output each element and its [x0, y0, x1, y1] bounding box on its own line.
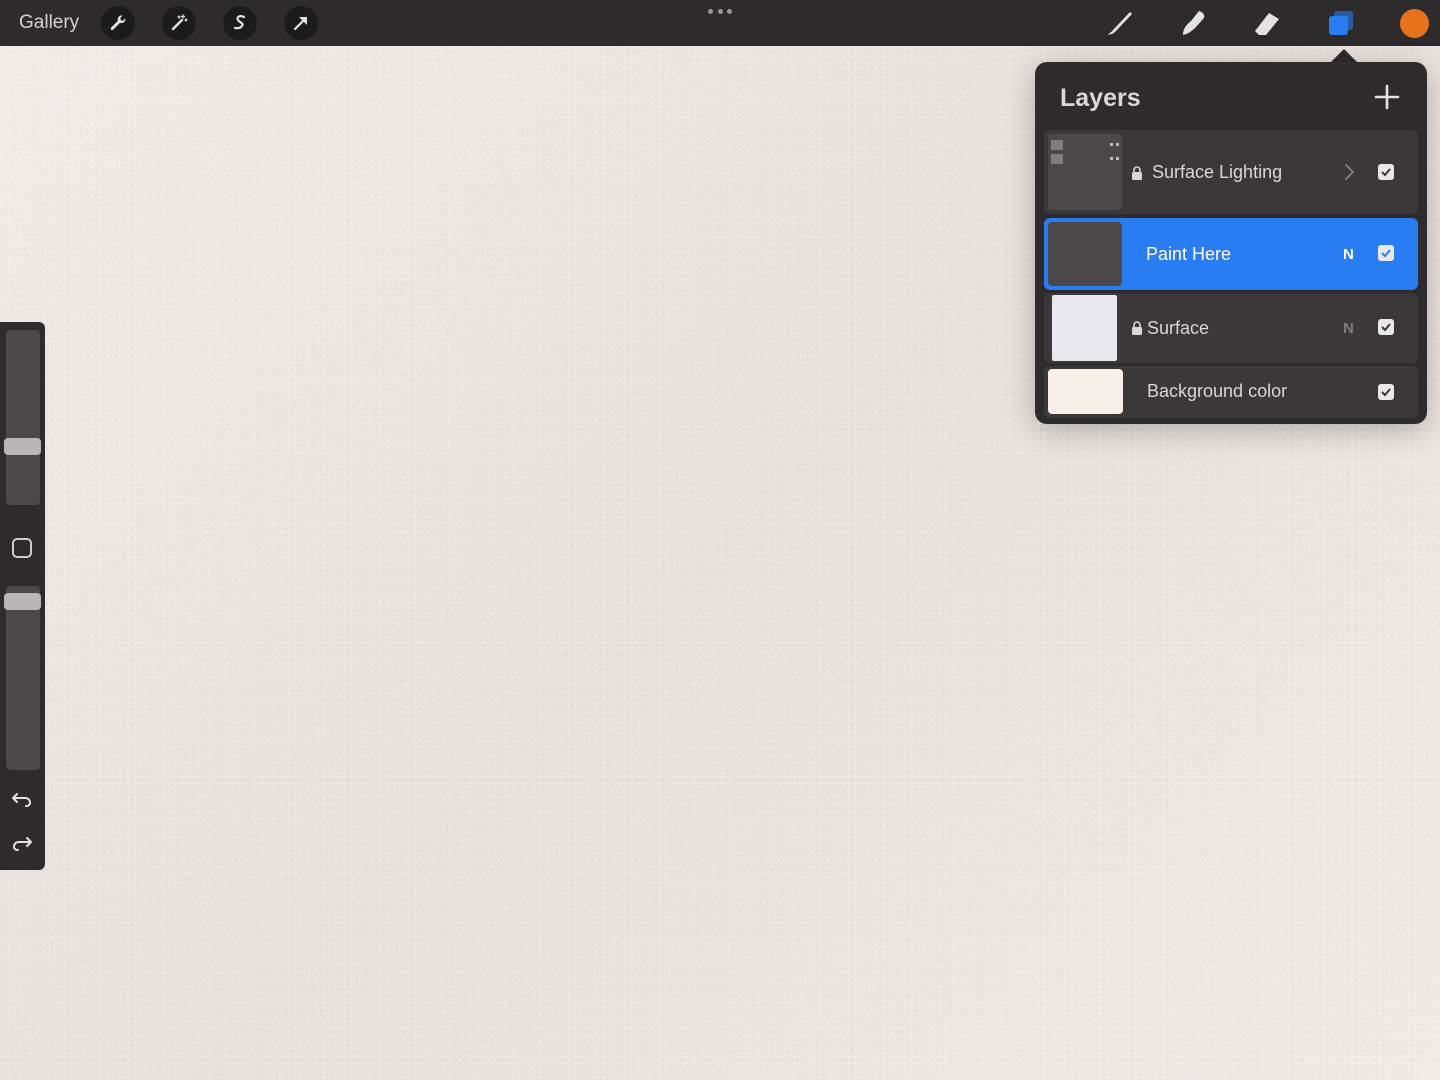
layer-name: Surface: [1147, 318, 1210, 338]
color-picker-button[interactable]: [1400, 9, 1429, 38]
checkmark-icon: [1381, 323, 1391, 332]
transform-button[interactable]: [284, 6, 318, 40]
smudge-icon: [1183, 11, 1205, 35]
layer-thumbnail: [1052, 295, 1117, 361]
selection-icon: [233, 15, 246, 30]
brush-icon: [1108, 12, 1132, 35]
wrench-icon: [110, 15, 126, 31]
brush-size-slider[interactable]: [6, 330, 40, 505]
checkmark-icon: [1381, 168, 1391, 177]
layer-visibility-checkbox[interactable]: [1378, 384, 1394, 400]
lock-icon: [1132, 321, 1142, 335]
layers-button[interactable]: [1324, 6, 1358, 40]
eraser-tool-button[interactable]: [1250, 6, 1284, 40]
layers-panel-pointer: [1330, 49, 1358, 63]
adjustments-button[interactable]: [162, 6, 196, 40]
background-color-swatch[interactable]: [1048, 369, 1123, 414]
gallery-button[interactable]: Gallery: [19, 12, 79, 34]
layer-row-surface[interactable]: Surface N: [1044, 293, 1418, 363]
layer-visibility-checkbox[interactable]: [1378, 164, 1394, 180]
blend-mode-button[interactable]: N: [1343, 246, 1354, 263]
smudge-tool-button[interactable]: [1176, 6, 1210, 40]
actions-button[interactable]: [101, 6, 135, 40]
eraser-icon: [1255, 13, 1279, 35]
layer-name: Surface Lighting: [1152, 162, 1283, 182]
chevron-right-icon[interactable]: [1343, 163, 1355, 181]
top-toolbar: Gallery: [0, 0, 1440, 46]
left-sidebar: [0, 322, 45, 870]
selection-button[interactable]: [223, 6, 257, 40]
add-layer-icon[interactable]: [1372, 82, 1402, 112]
layer-visibility-checkbox[interactable]: [1378, 245, 1394, 261]
paint-tool-button[interactable]: [1103, 6, 1137, 40]
checkmark-icon: [1381, 388, 1391, 397]
layer-row-surface-lighting[interactable]: Surface Lighting: [1044, 130, 1418, 214]
magic-wand-icon: [171, 14, 188, 31]
layer-thumbnail: [1048, 222, 1122, 286]
more-options-icon[interactable]: [708, 6, 732, 16]
transform-arrow-icon: [293, 17, 307, 31]
redo-icon[interactable]: [10, 830, 34, 854]
layer-name: Background color: [1147, 381, 1288, 401]
brush-size-thumb[interactable]: [4, 438, 41, 455]
layers-panel: Layers Surface Lighting Paint Here N Sur…: [1035, 62, 1427, 424]
lock-icon: [1132, 166, 1142, 180]
layer-row-paint-here[interactable]: Paint Here N: [1044, 218, 1418, 290]
layers-panel-title: Layers: [1060, 84, 1141, 112]
layer-thumbnail: [1048, 134, 1122, 210]
opacity-slider[interactable]: [6, 586, 40, 770]
checkmark-icon: [1381, 249, 1391, 258]
opacity-thumb[interactable]: [4, 593, 41, 610]
layer-name: Paint Here: [1146, 244, 1232, 264]
layers-icon: [1329, 11, 1353, 35]
blend-mode-button[interactable]: N: [1343, 320, 1354, 337]
layer-visibility-checkbox[interactable]: [1378, 319, 1394, 335]
undo-icon[interactable]: [10, 786, 34, 810]
modify-button[interactable]: [12, 538, 32, 558]
layer-row-background-color[interactable]: Background color: [1044, 366, 1418, 418]
